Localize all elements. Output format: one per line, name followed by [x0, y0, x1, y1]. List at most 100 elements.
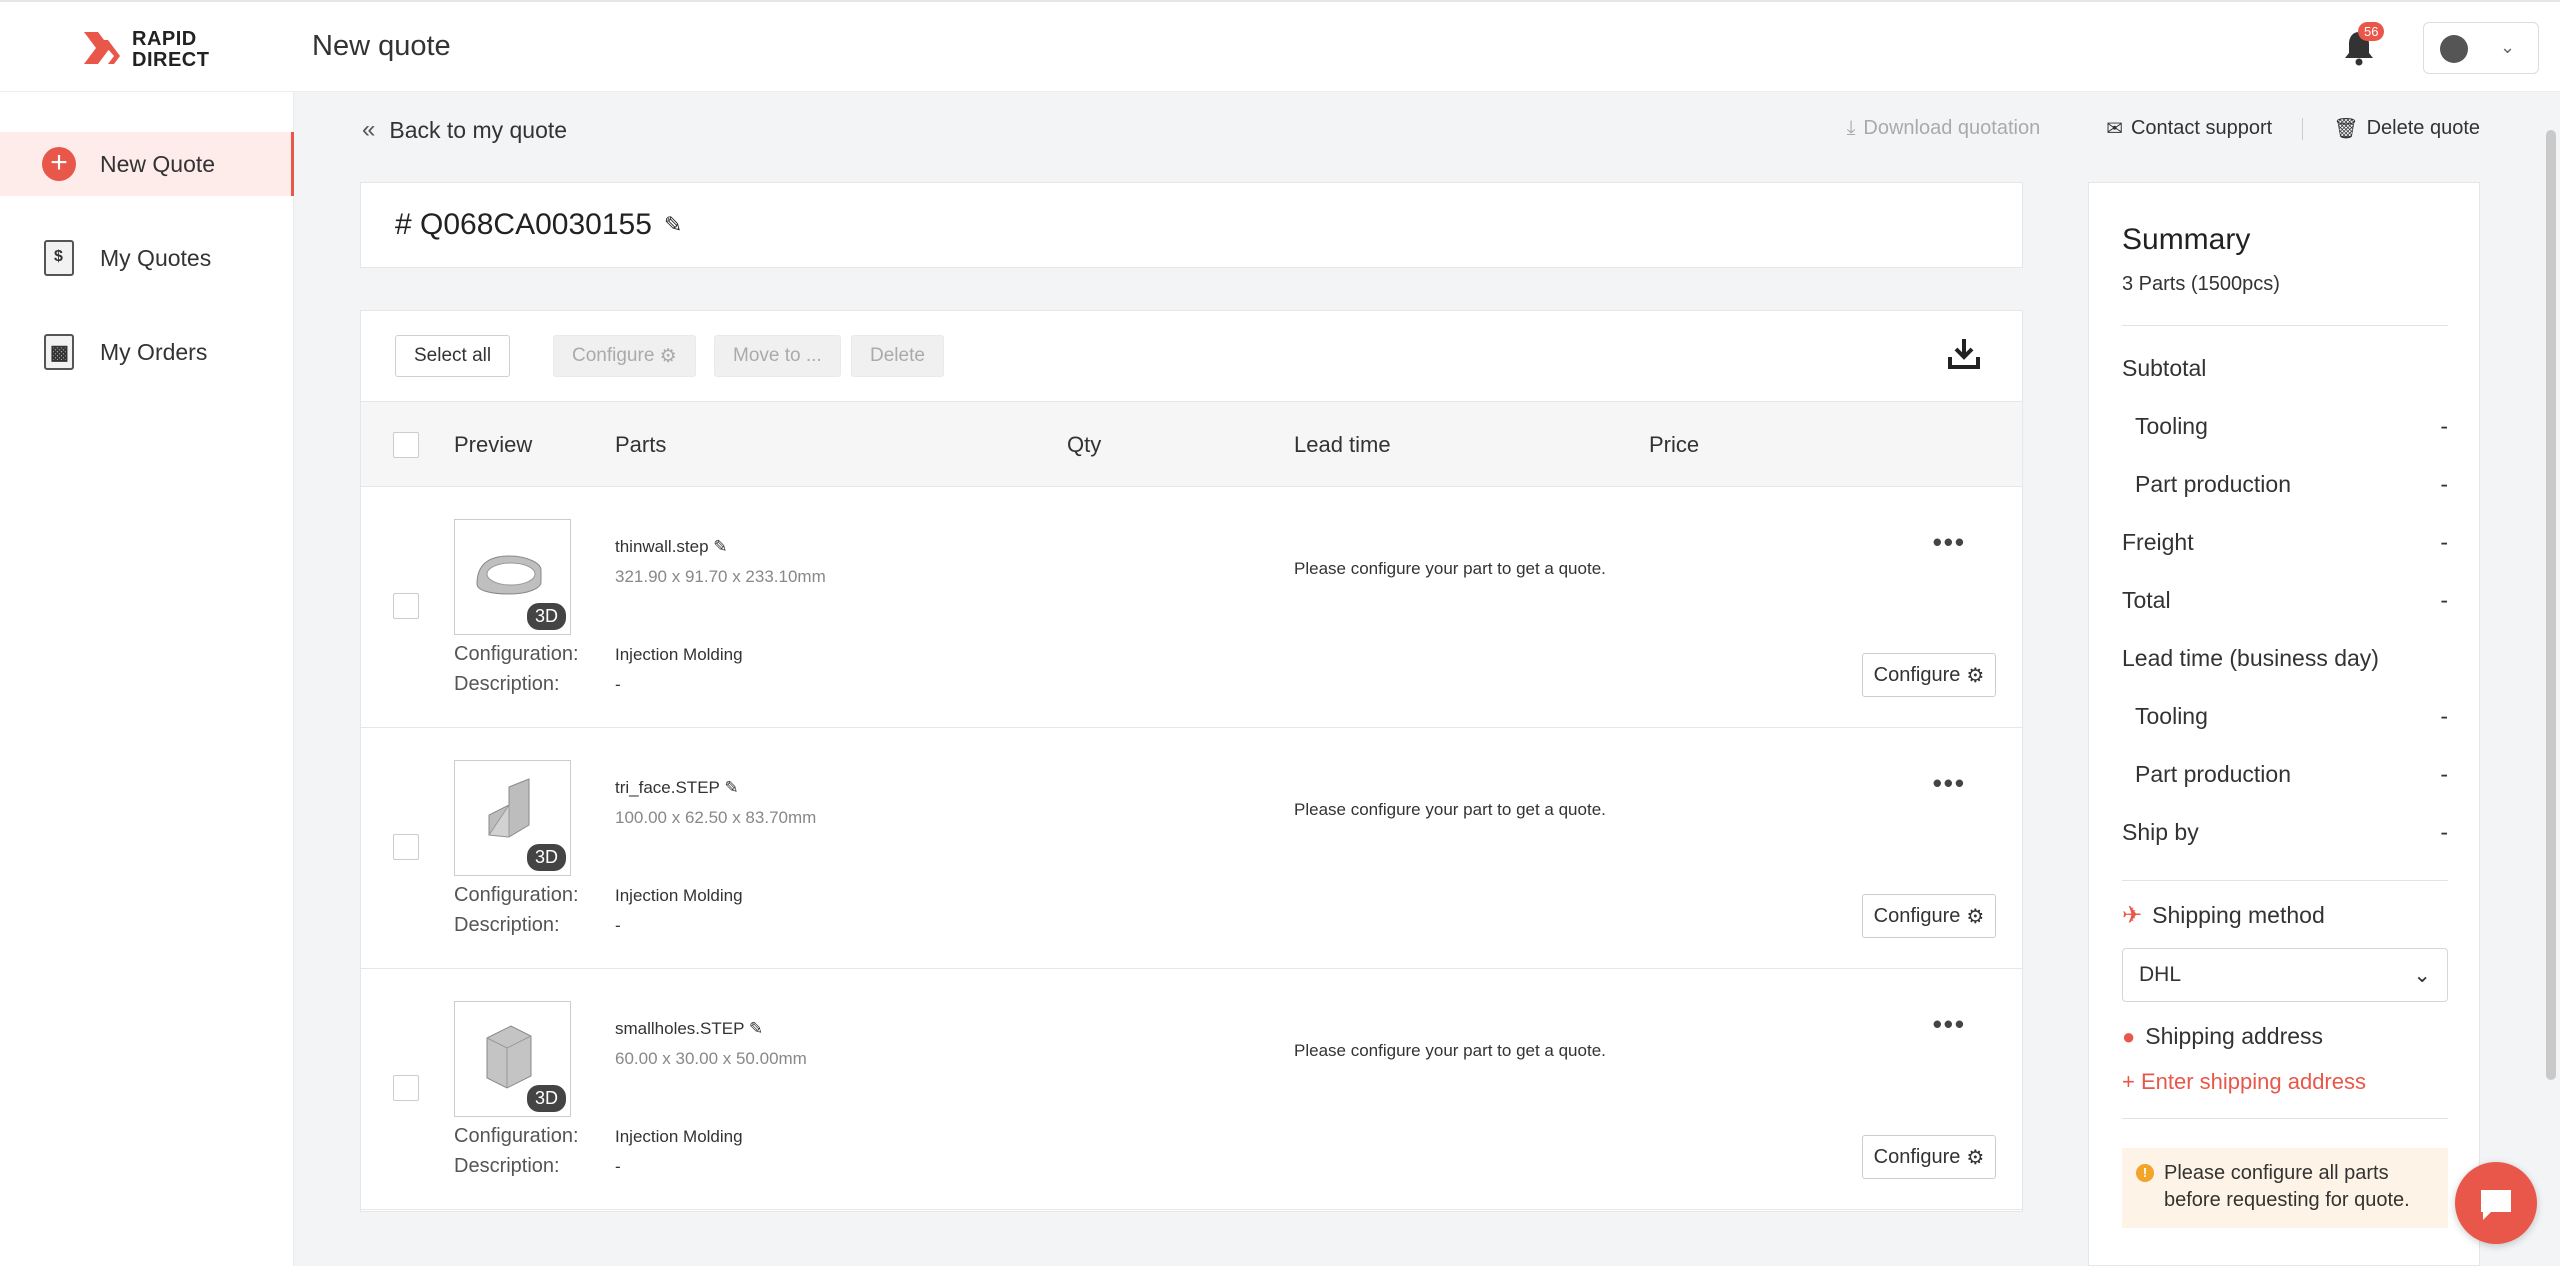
shipping-address-label: Shipping address — [2145, 1023, 2324, 1049]
delete-parts-button[interactable]: Delete — [851, 335, 944, 377]
description-label: Description: — [454, 914, 560, 936]
configuration-value: Injection Molding — [615, 645, 743, 664]
edit-pencil-icon[interactable]: ✎ — [749, 1019, 763, 1038]
sidebar-item-my-orders[interactable]: ▩ My Orders — [0, 320, 294, 384]
sidebar-item-label: My Quotes — [100, 244, 212, 271]
lt-part-production-value: - — [2440, 761, 2448, 787]
shipping-method-value: DHL — [2139, 963, 2182, 986]
download-icon: ⤓ — [1846, 117, 1856, 139]
part-3d-model-icon — [488, 778, 530, 838]
configure-message: Please configure your part to get a quot… — [1294, 800, 1606, 819]
ship-by-row: Ship by - — [2122, 819, 2448, 846]
double-chevron-left-icon: « — [362, 116, 376, 143]
logo-line-1: RAPID — [132, 28, 197, 50]
configuration-value: Injection Molding — [615, 1127, 743, 1146]
summary-title: Summary — [2122, 223, 2251, 256]
part-3d-model-icon — [486, 1025, 532, 1089]
tooling-label: Tooling — [2135, 413, 2208, 439]
warning-text: Please configure all parts before reques… — [2164, 1162, 2410, 1211]
more-options-icon[interactable]: ••• — [1933, 768, 1966, 799]
delete-quote-label: Delete quote — [2366, 117, 2480, 139]
lead-time-row: Lead time (business day) — [2122, 645, 2448, 672]
gear-icon: ⚙ — [659, 345, 677, 367]
parts-count: 3 Parts (1500pcs) — [2122, 273, 2280, 295]
contact-support-button[interactable]: ✉ Contact support — [2106, 116, 2272, 141]
lead-time-label: Lead time (business day) — [2122, 645, 2379, 671]
lt-part-production-row: Part production - — [2122, 761, 2448, 788]
move-to-button[interactable]: Move to ... — [714, 335, 841, 377]
col-lead-time: Lead time — [1294, 432, 1391, 457]
configuration-label: Configuration: — [454, 884, 579, 906]
part-filename: thinwall.step ✎ — [615, 537, 728, 556]
sidebar: + New Quote $ My Quotes ▩ My Orders ⇤ — [0, 92, 294, 1266]
edit-pencil-icon[interactable]: ✎ — [664, 212, 682, 238]
quote-id: # Q068CA0030155 — [395, 208, 652, 241]
mail-icon: ✉ — [2106, 118, 2123, 140]
download-parts-icon[interactable] — [1946, 335, 1982, 371]
part-filename: smallholes.STEP ✎ — [615, 1019, 764, 1038]
3d-badge: 3D — [526, 844, 566, 871]
part-filename: tri_face.STEP ✎ — [615, 778, 739, 797]
sidebar-item-new-quote[interactable]: + New Quote — [0, 132, 294, 196]
configure-part-button[interactable]: Configure ⚙ — [1862, 894, 1996, 938]
lt-tooling-label: Tooling — [2135, 703, 2208, 729]
gear-icon: ⚙ — [1966, 905, 1985, 928]
col-preview: Preview — [454, 432, 533, 457]
configure-label: Configure — [1873, 663, 1961, 686]
col-qty: Qty — [1067, 432, 1102, 457]
part-preview-thumbnail[interactable]: 3D — [454, 519, 571, 635]
select-all-button[interactable]: Select all — [395, 335, 511, 377]
gear-icon: ⚙ — [1966, 1146, 1985, 1169]
delete-quote-button[interactable]: 🗑 Delete quote — [2333, 116, 2480, 141]
download-quotation-button[interactable]: ⤓ Download quotation — [1847, 117, 2041, 140]
edit-pencil-icon[interactable]: ✎ — [713, 537, 727, 556]
configure-label: Configure — [572, 345, 655, 366]
chevron-down-icon: ⌄ — [2413, 963, 2431, 987]
configure-part-button[interactable]: Configure ⚙ — [1862, 1135, 1996, 1179]
page-scrollbar[interactable] — [2546, 130, 2556, 1080]
gear-icon: ⚙ — [1966, 664, 1985, 687]
download-label: Download quotation — [1863, 117, 2041, 139]
location-pin-icon: ● — [2122, 1023, 2136, 1049]
configure-label: Configure — [1873, 1145, 1961, 1168]
row-checkbox[interactable] — [393, 834, 419, 860]
row-checkbox[interactable] — [393, 593, 419, 619]
sidebar-item-my-quotes[interactable]: $ My Quotes — [0, 226, 294, 290]
summary-panel: Summary 3 Parts (1500pcs) Subtotal Tooli… — [2088, 182, 2480, 1266]
subtotal-row: Subtotal — [2122, 355, 2448, 382]
part-dimensions: 100.00 x 62.50 x 83.70mm — [615, 808, 817, 827]
ship-by-value: - — [2440, 819, 2448, 845]
rapid-direct-logo[interactable]: RAPID DIRECT — [80, 28, 209, 72]
chat-bubble-icon — [2481, 1190, 2511, 1220]
more-options-icon[interactable]: ••• — [1933, 527, 1966, 558]
shipping-method-select[interactable]: DHL ⌄ — [2122, 948, 2448, 1002]
configuration-label: Configuration: — [454, 643, 579, 665]
airplane-icon: ✈ — [2122, 902, 2143, 929]
sidebar-item-label: My Orders — [100, 338, 208, 365]
edit-pencil-icon[interactable]: ✎ — [724, 778, 738, 797]
tooling-value: - — [2440, 413, 2448, 439]
user-menu[interactable]: ⌄ — [2423, 22, 2539, 74]
parts-panel: Select all Configure ⚙ Move to ... Delet… — [360, 310, 2023, 1212]
quote-actions: ⤓ Download quotation ✉ Contact support 🗑… — [1847, 116, 2480, 141]
select-all-checkbox[interactable] — [393, 432, 419, 458]
part-production-value: - — [2440, 471, 2448, 497]
row-checkbox[interactable] — [393, 1075, 419, 1101]
chevron-down-icon: ⌄ — [2500, 37, 2516, 57]
part-preview-thumbnail[interactable]: 3D — [454, 760, 571, 876]
freight-value: - — [2440, 529, 2448, 555]
shipping-address-heading: ● Shipping address — [2122, 1023, 2323, 1050]
back-to-quote-link[interactable]: « Back to my quote — [362, 116, 567, 144]
enter-shipping-address-link[interactable]: + Enter shipping address — [2122, 1069, 2366, 1095]
configure-bulk-button[interactable]: Configure ⚙ — [553, 335, 696, 377]
lt-part-production-label: Part production — [2135, 761, 2291, 787]
table-row: 3D smallholes.STEP ✎ 60.00 x 30.00 x 50.… — [361, 969, 2022, 1210]
back-label: Back to my quote — [389, 116, 568, 143]
page-title: New quote — [312, 30, 451, 62]
chat-support-button[interactable] — [2455, 1162, 2537, 1244]
configure-part-button[interactable]: Configure ⚙ — [1862, 653, 1996, 697]
more-options-icon[interactable]: ••• — [1933, 1009, 1966, 1040]
shipping-method-label: Shipping method — [2152, 902, 2325, 928]
part-preview-thumbnail[interactable]: 3D — [454, 1001, 571, 1117]
divider — [2302, 117, 2304, 140]
